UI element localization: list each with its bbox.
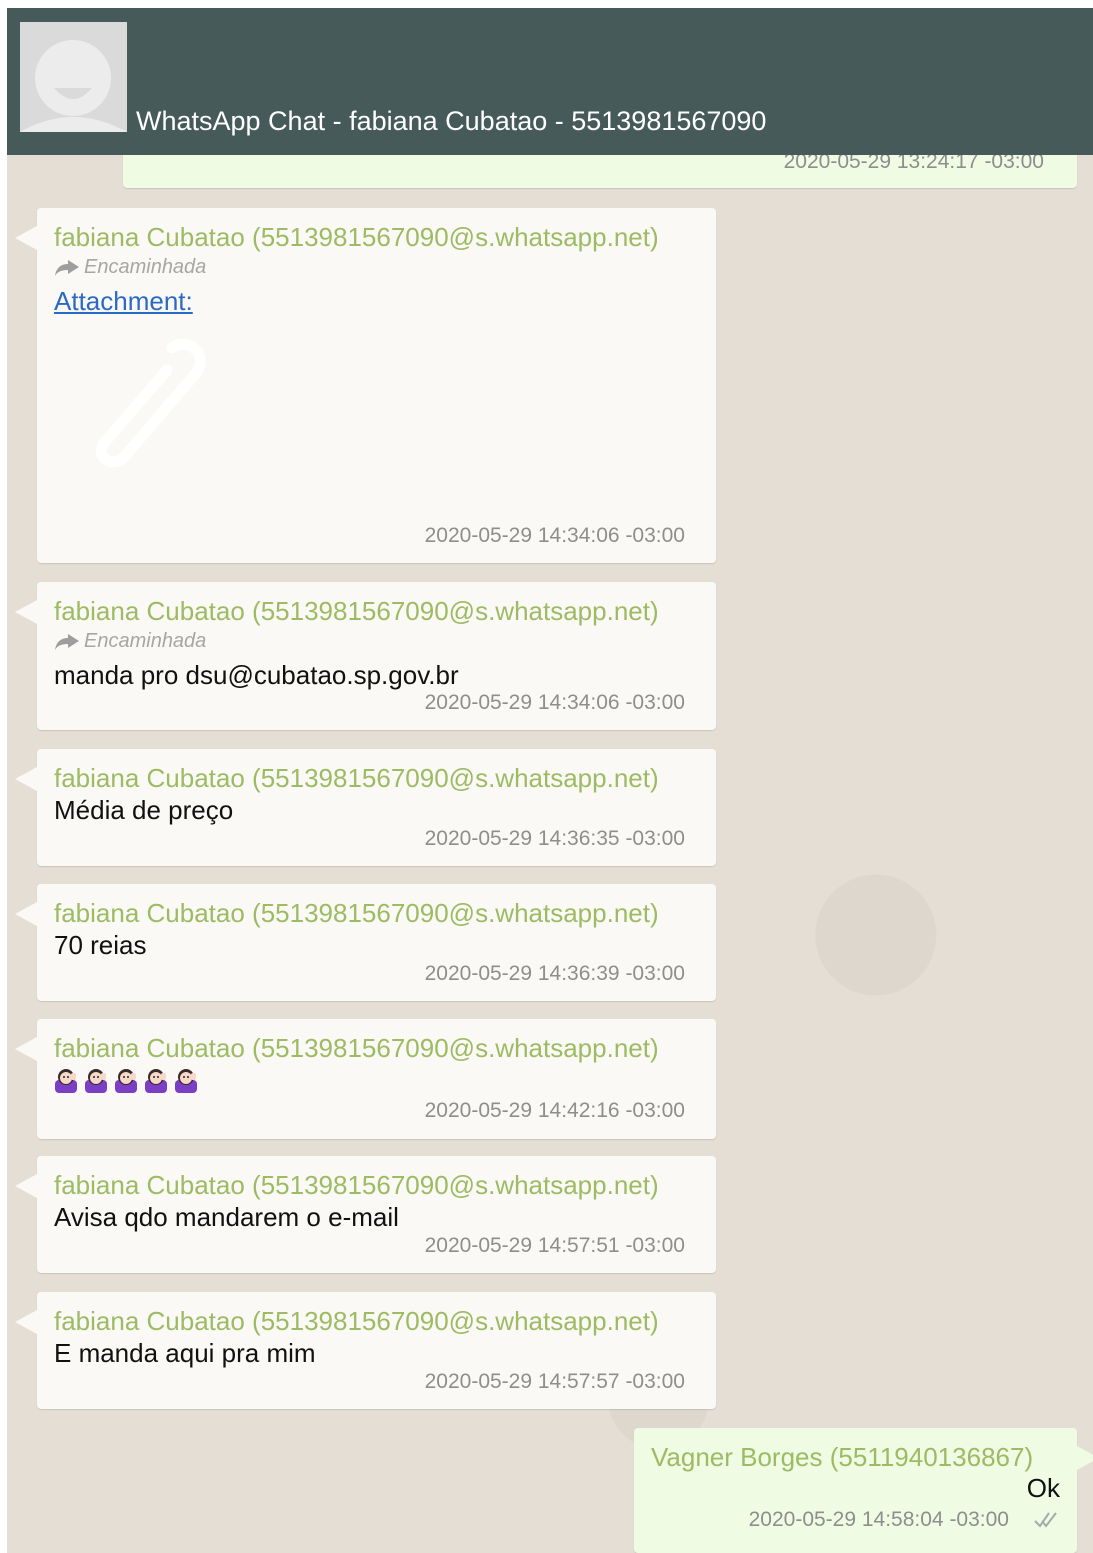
sender-name: fabiana Cubatao (5513981567090@s.whatsap…: [54, 763, 659, 793]
message-time: 2020-05-29 14:36:35 -03:00: [424, 827, 685, 850]
sender-name: fabiana Cubatao (5513981567090@s.whatsap…: [54, 222, 659, 252]
avatar-icon[interactable]: [20, 22, 127, 132]
sender-name: fabiana Cubatao (5513981567090@s.whatsap…: [54, 898, 659, 928]
sender-name: Vagner Borges (5511940136867): [651, 1442, 1034, 1472]
message-text: Avisa qdo mandarem o e-mail: [54, 1202, 399, 1232]
message-bubble: fabiana Cubatao (5513981567090@s.whatsap…: [15, 1019, 716, 1139]
woman-tipping-hand-icon: [145, 1069, 167, 1093]
message-bubble: fabiana Cubatao (5513981567090@s.whatsap…: [15, 749, 716, 866]
message-time: 2020-05-29 14:58:04 -03:00: [748, 1508, 1009, 1531]
chat-title: WhatsApp Chat - fabiana Cubatao - 551398…: [136, 106, 767, 136]
message-time: 2020-05-29 14:57:51 -03:00: [424, 1234, 685, 1257]
double-check-icon: [1034, 1512, 1057, 1528]
emoji-row: [54, 1067, 198, 1093]
forward-icon: [55, 259, 79, 276]
sender-name: fabiana Cubatao (5513981567090@s.whatsap…: [54, 1033, 659, 1063]
message-text: manda pro dsu@cubatao.sp.gov.br: [54, 660, 459, 690]
forward-icon: [55, 633, 79, 650]
message-time: 2020-05-29 14:36:39 -03:00: [424, 962, 685, 985]
message-bubble: fabiana Cubatao (5513981567090@s.whatsap…: [15, 582, 716, 730]
woman-tipping-hand-icon: [85, 1069, 107, 1093]
attachment-link[interactable]: Attachment:: [54, 286, 193, 317]
message-bubble: fabiana Cubatao (5513981567090@s.whatsap…: [15, 208, 716, 563]
attachment-link-text[interactable]: Attachment:: [54, 286, 193, 316]
message-bubble: fabiana Cubatao (5513981567090@s.whatsap…: [15, 1156, 716, 1273]
message-bubble-outgoing: Vagner Borges (5511940136867) Ok 2020-05…: [634, 1428, 1093, 1553]
forwarded-label: Encaminhada: [54, 630, 206, 653]
forwarded-label: Encaminhada: [54, 256, 206, 279]
forwarded-text: Encaminhada: [84, 256, 207, 278]
message-text: Ok: [1026, 1473, 1060, 1503]
chat-window: 2020-05-29 13:24:17 -03:00 WhatsApp Chat…: [7, 8, 1093, 1553]
woman-tipping-hand-icon: [175, 1069, 197, 1093]
paperclip-icon[interactable]: [67, 328, 217, 478]
sender-name: fabiana Cubatao (5513981567090@s.whatsap…: [54, 1306, 659, 1336]
message-time: 2020-05-29 14:42:16 -03:00: [424, 1099, 685, 1122]
message-time: 2020-05-29 14:57:57 -03:00: [424, 1370, 685, 1393]
message-bubble: fabiana Cubatao (5513981567090@s.whatsap…: [15, 1292, 716, 1409]
message-text: Média de preço: [54, 795, 234, 825]
message-text: 70 reias: [54, 930, 147, 960]
message-time: 2020-05-29 14:34:06 -03:00: [424, 524, 685, 547]
message-bubble: fabiana Cubatao (5513981567090@s.whatsap…: [15, 884, 716, 1001]
sender-name: fabiana Cubatao (5513981567090@s.whatsap…: [54, 1170, 659, 1200]
forwarded-text: Encaminhada: [84, 630, 207, 652]
sender-name: fabiana Cubatao (5513981567090@s.whatsap…: [54, 596, 659, 626]
message-text: E manda aqui pra mim: [54, 1338, 316, 1368]
woman-tipping-hand-icon: [115, 1069, 137, 1093]
chat-header: WhatsApp Chat - fabiana Cubatao - 551398…: [7, 8, 1093, 155]
woman-tipping-hand-icon: [55, 1069, 77, 1093]
message-time: 2020-05-29 14:34:06 -03:00: [424, 691, 685, 714]
